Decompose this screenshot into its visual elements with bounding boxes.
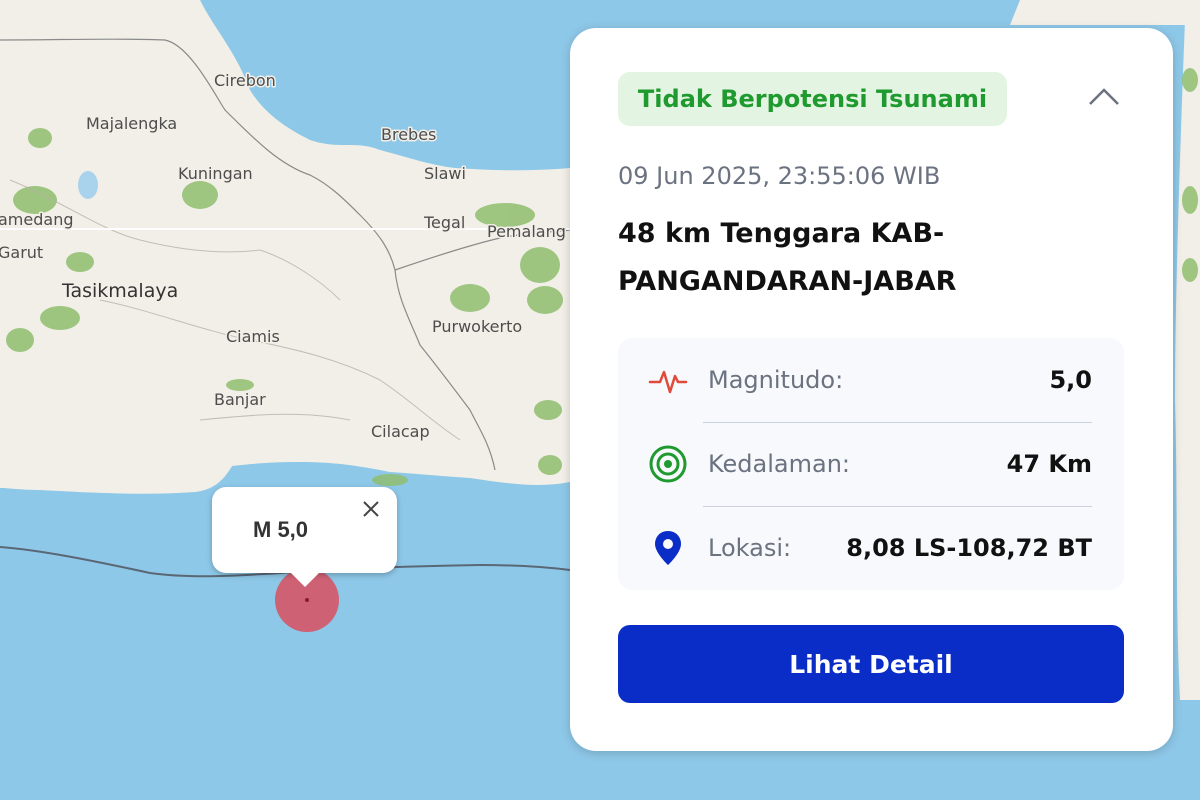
place-sumedang: amedang: [0, 210, 74, 229]
chevron-up-icon[interactable]: [1086, 82, 1122, 112]
tsunami-status-badge: Tidak Berpotensi Tsunami: [618, 72, 1007, 126]
view-detail-button[interactable]: Lihat Detail: [618, 625, 1124, 703]
event-location-line1: 48 km Tenggara KAB-: [618, 218, 945, 249]
place-majalengka: Majalengka: [86, 114, 177, 133]
concentric-circles-icon: [648, 444, 688, 484]
seismograph-icon: [648, 360, 688, 400]
place-kuningan: Kuningan: [178, 164, 253, 183]
earthquake-info-card: Tidak Berpotensi Tsunami 09 Jun 2025, 23…: [570, 28, 1173, 751]
place-purwokerto: Purwokerto: [432, 317, 522, 336]
place-slawi: Slawi: [424, 164, 466, 183]
place-cirebon: Cirebon: [214, 71, 276, 90]
location-row: Lokasi: 8,08 LS-108,72 BT: [648, 506, 1092, 590]
place-brebes: Brebes: [381, 125, 436, 144]
event-location-line2: PANGANDARAN-JABAR: [618, 266, 957, 297]
land-north-right: [1010, 0, 1200, 25]
place-banjar: Banjar: [214, 390, 266, 409]
close-icon[interactable]: [359, 497, 383, 521]
epicenter-dot: [305, 598, 309, 602]
location-value: 8,08 LS-108,72 BT: [846, 534, 1092, 562]
place-ciamis: Ciamis: [226, 327, 280, 346]
event-datetime: 09 Jun 2025, 23:55:06 WIB: [618, 162, 941, 190]
popup-magnitude: M 5,0: [253, 517, 309, 542]
depth-row: Kedalaman: 47 Km: [648, 422, 1092, 506]
place-garut: Garut: [0, 243, 43, 262]
depth-value: 47 Km: [1006, 450, 1092, 478]
magnitude-label: Magnitudo:: [708, 366, 844, 394]
details-panel: Magnitudo: 5,0 Kedalaman: 47 Km Lokasi: …: [618, 338, 1124, 590]
place-tegal: Tegal: [423, 213, 465, 232]
lake: [78, 171, 98, 199]
magnitude-value: 5,0: [1049, 366, 1092, 394]
magnitude-row: Magnitudo: 5,0: [648, 338, 1092, 422]
event-location: 48 km Tenggara KAB- PANGANDARAN-JABAR: [618, 210, 1018, 306]
place-tasikmalaya: Tasikmalaya: [61, 280, 178, 302]
place-pemalang: Pemalang: [487, 222, 566, 241]
map-pin-icon: [648, 528, 688, 568]
location-label: Lokasi:: [708, 534, 792, 562]
depth-label: Kedalaman:: [708, 450, 851, 478]
place-cilacap: Cilacap: [371, 422, 430, 441]
epicenter-popup: M 5,0: [212, 487, 397, 587]
